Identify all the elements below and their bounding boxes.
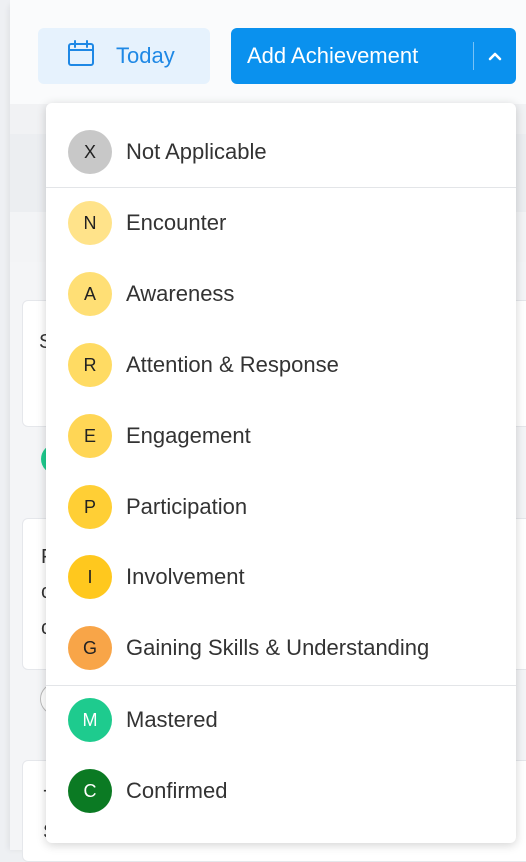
menu-item-label: Participation — [126, 494, 248, 519]
badge-letter: P — [83, 496, 96, 517]
level-badge: G — [68, 626, 112, 670]
menu-item-label: Confirmed — [126, 778, 228, 803]
badge-letter: A — [83, 283, 96, 304]
menu-item-label: Engagement — [126, 423, 251, 448]
badge-letter: G — [82, 637, 97, 658]
level-badge: P — [68, 485, 112, 529]
add-achievement-label: Add Achievement — [247, 43, 419, 68]
badge-letter: M — [82, 709, 98, 730]
calendar-icon — [66, 39, 96, 74]
badge-letter: E — [83, 425, 96, 446]
level-badge: X — [68, 130, 112, 174]
menu-item-label: Not Applicable — [126, 139, 267, 164]
badge-letter: C — [83, 780, 97, 801]
menu-item-label: Mastered — [126, 707, 218, 732]
level-badge: I — [68, 555, 112, 599]
menu-item-gaining-skills[interactable]: G Gaining Skills & Understanding — [46, 613, 516, 683]
level-badge: M — [68, 698, 112, 742]
menu-item-label: Encounter — [126, 210, 227, 235]
chevron-up-icon[interactable] — [474, 50, 516, 62]
today-button[interactable]: Today — [38, 28, 210, 84]
level-badge: A — [68, 272, 112, 316]
menu-item-label: Gaining Skills & Understanding — [126, 635, 430, 660]
badge-letter: I — [87, 566, 93, 587]
level-badge: C — [68, 769, 112, 813]
menu-item-label: Awareness — [126, 281, 235, 306]
level-badge: E — [68, 414, 112, 458]
menu-item-label: Attention & Response — [126, 352, 339, 377]
menu-item-involvement[interactable]: I Involvement — [46, 542, 516, 612]
menu-item-label: Involvement — [126, 564, 245, 589]
badge-letter: N — [83, 212, 97, 233]
level-badge: R — [68, 343, 112, 387]
today-button-label: Today — [116, 43, 175, 68]
menu-item-confirmed[interactable]: C Confirmed — [46, 756, 516, 826]
add-achievement-button[interactable]: Add Achievement — [231, 28, 516, 84]
menu-item-participation[interactable]: P Participation — [46, 472, 516, 542]
menu-item-attention-response[interactable]: R Attention & Response — [46, 330, 516, 400]
menu-item-not-applicable[interactable]: X Not Applicable — [46, 117, 516, 187]
menu-item-encounter[interactable]: N Encounter — [46, 188, 516, 258]
badge-letter: R — [83, 354, 97, 375]
achievement-dropdown-menu: X Not Applicable N Encounter A Awareness… — [46, 103, 516, 843]
menu-item-mastered[interactable]: M Mastered — [46, 685, 516, 755]
level-badge: N — [68, 201, 112, 245]
menu-item-engagement[interactable]: E Engagement — [46, 401, 516, 471]
badge-letter: X — [83, 141, 96, 162]
menu-item-awareness[interactable]: A Awareness — [46, 259, 516, 329]
